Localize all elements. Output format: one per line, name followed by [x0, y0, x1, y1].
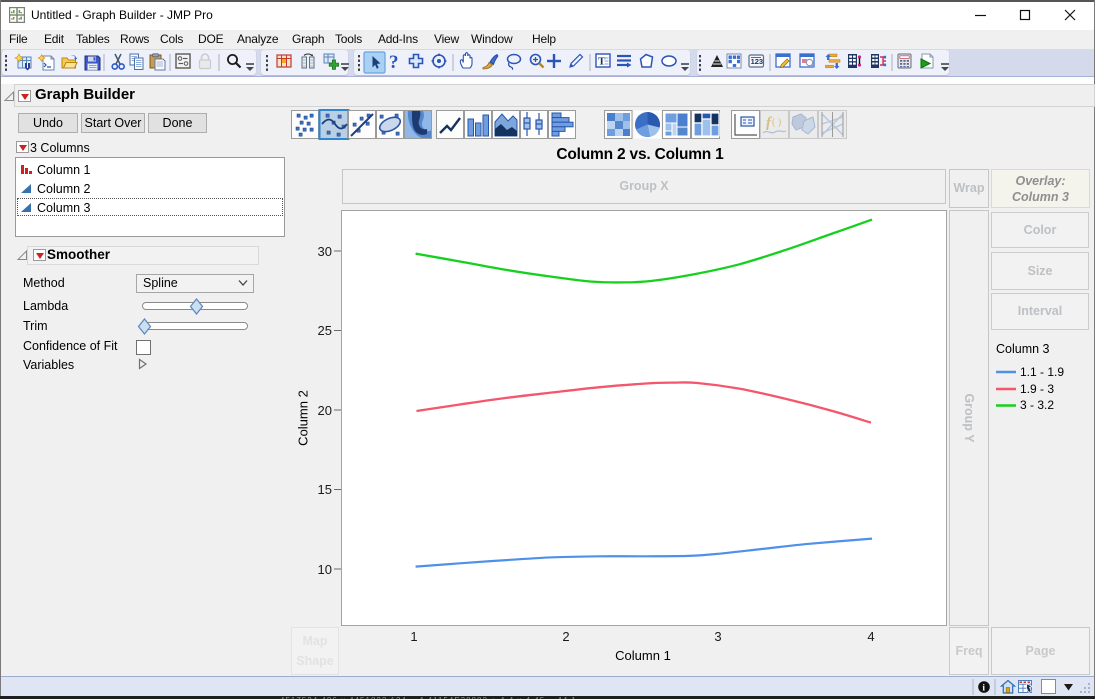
- svg-text:?: ?: [389, 52, 399, 73]
- svg-text:i: i: [982, 684, 985, 694]
- svg-text:123: 123: [751, 57, 764, 66]
- svg-text:( ): ( ): [772, 117, 781, 128]
